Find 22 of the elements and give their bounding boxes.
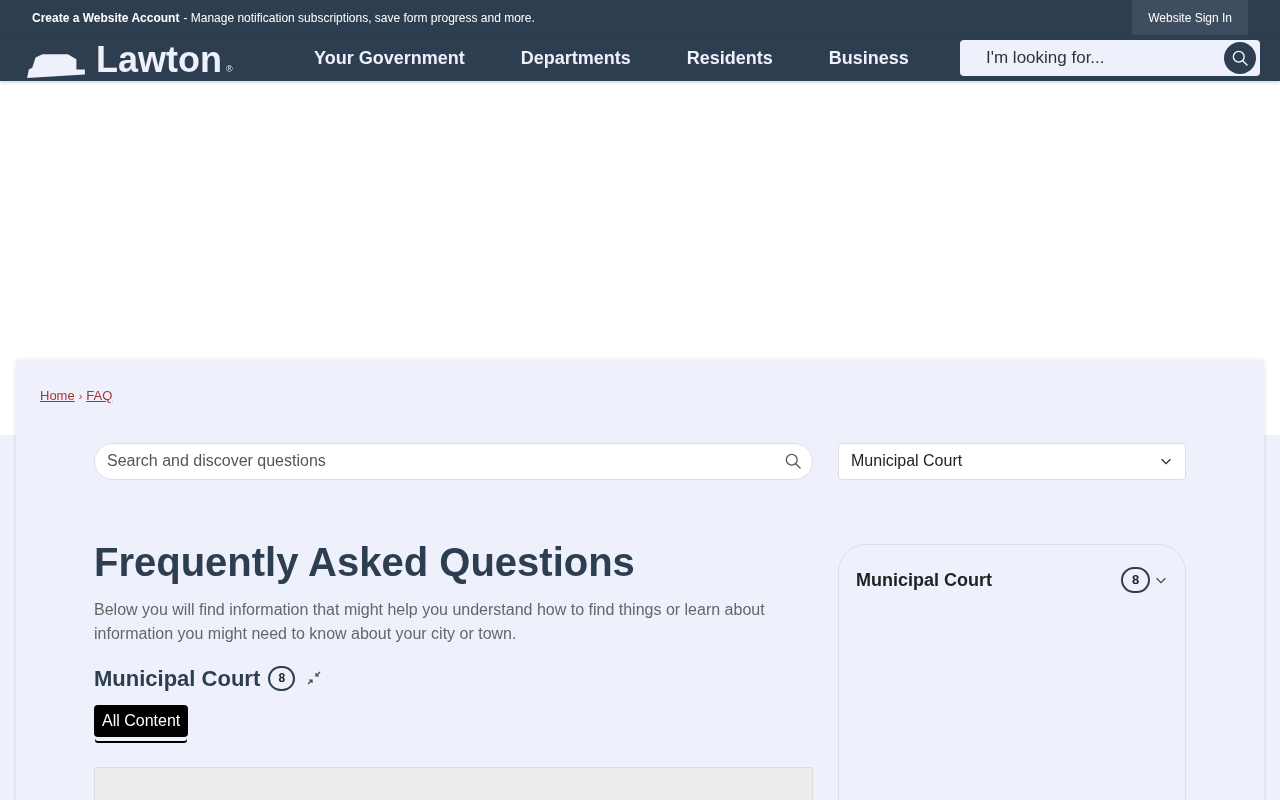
card-title: Municipal Court bbox=[856, 568, 993, 592]
banner-title[interactable]: Create a Website Account bbox=[32, 8, 180, 27]
count-badge: 8 bbox=[1121, 567, 1150, 593]
breadcrumb-link[interactable]: FAQ bbox=[86, 386, 113, 406]
breadcrumb-link[interactable]: Home bbox=[40, 386, 75, 406]
section-title: Municipal Court bbox=[94, 664, 261, 693]
logo-text: Lawton bbox=[96, 42, 222, 78]
question-search-field[interactable]: Search and discover questions bbox=[94, 442, 813, 480]
banner-text: - Manage notification subscriptions, save form progress and more. bbox=[183, 9, 535, 27]
registered-mark: ® bbox=[226, 62, 233, 76]
site-search-field[interactable]: I'm looking for... bbox=[960, 40, 1260, 76]
nav-link[interactable]: Residents bbox=[686, 44, 773, 72]
nav-link[interactable]: Your Government bbox=[314, 44, 465, 72]
category-dropdown[interactable]: Municipal Court bbox=[838, 442, 1186, 480]
search-icon bbox=[1230, 48, 1250, 68]
intro-text: Below you will find information that might help you understand how to find things or learn about information you might need to know about your city or town. bbox=[94, 599, 766, 644]
breadcrumb-separator: › bbox=[78, 388, 83, 404]
nav-link[interactable]: Departments bbox=[520, 44, 631, 72]
sign-in-button[interactable]: Website Sign In bbox=[1132, 0, 1248, 35]
nav-link[interactable]: Business bbox=[828, 44, 909, 72]
count-badge: 8 bbox=[268, 665, 296, 691]
page-title: Frequently Asked Questions bbox=[94, 538, 636, 586]
